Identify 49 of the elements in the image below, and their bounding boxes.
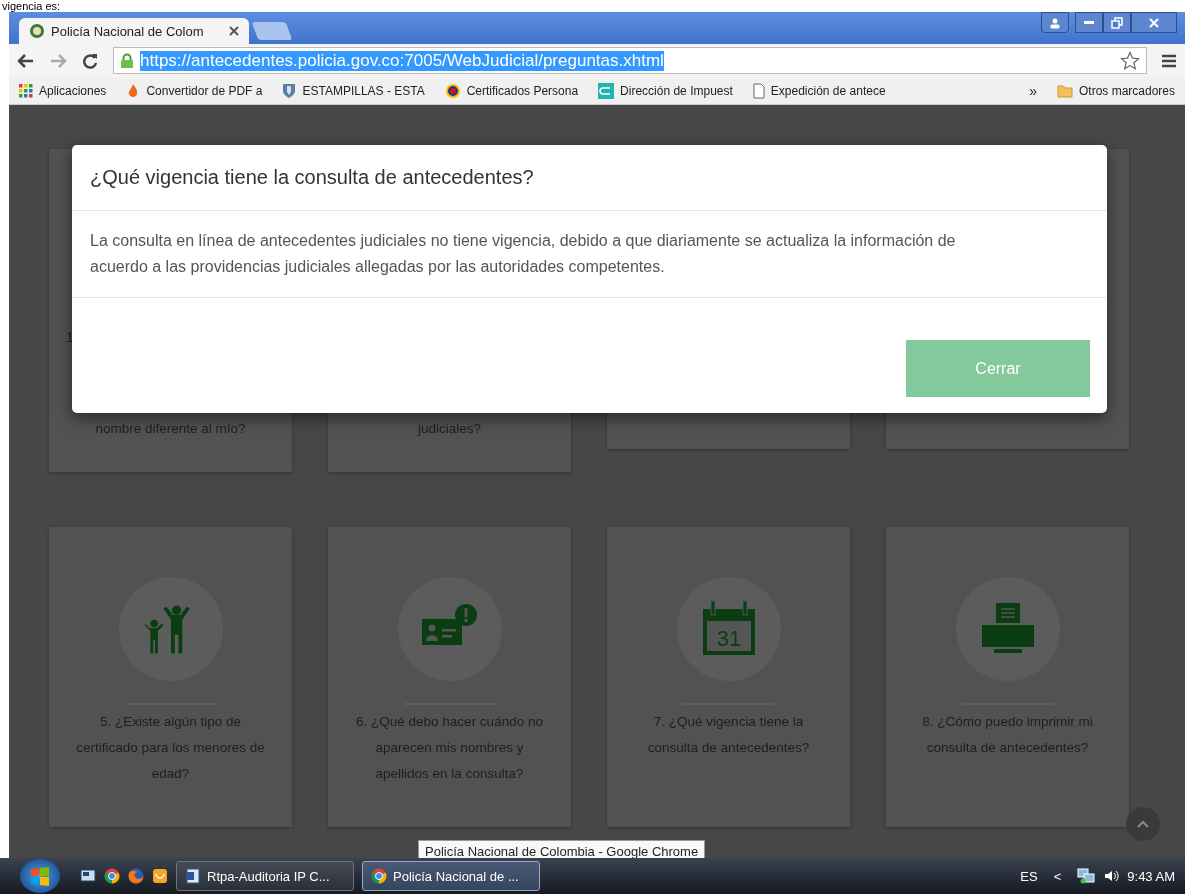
windows-logo-icon bbox=[30, 866, 50, 886]
profile-button[interactable] bbox=[1041, 12, 1069, 33]
chrome-icon bbox=[371, 868, 387, 884]
modal-title: ¿Qué vigencia tiene la consulta de antecedentes? bbox=[90, 166, 534, 189]
restore-button[interactable] bbox=[1103, 12, 1131, 33]
shield-icon bbox=[282, 82, 297, 99]
page-icon bbox=[752, 82, 765, 99]
desktop-icon[interactable] bbox=[80, 868, 96, 884]
close-icon bbox=[1148, 16, 1160, 29]
person-icon bbox=[1049, 16, 1061, 29]
bookmark-item[interactable]: Aplicaciones bbox=[19, 83, 107, 98]
taskbar-button[interactable]: Policía Nacional de ... bbox=[362, 861, 540, 891]
minimize-button[interactable] bbox=[1075, 12, 1103, 33]
bookmark-item[interactable]: Convertidor de PDF a bbox=[126, 82, 263, 99]
target-icon bbox=[444, 82, 461, 99]
back-icon[interactable] bbox=[17, 51, 35, 70]
bookmark-item[interactable]: ESTAMPILLAS - ESTA bbox=[282, 82, 425, 99]
browser-tab[interactable]: Policía Nacional de Colom bbox=[19, 18, 249, 44]
start-button[interactable] bbox=[20, 859, 60, 893]
minimize-icon bbox=[1084, 21, 1094, 24]
modal-body-text: La consulta en línea de antecedentes judiciales no tiene vigencia, debido a que diariamente se actualiza la información de acuerdo a las providencias judiciales allegadas por las autoridades competentes. bbox=[90, 231, 957, 277]
show-hidden-icons-button[interactable]: < bbox=[1053, 868, 1062, 884]
other-bookmarks-folder[interactable]: Otros marcadores bbox=[1056, 83, 1175, 98]
close-icon[interactable] bbox=[229, 26, 239, 36]
menu-icon[interactable] bbox=[1161, 52, 1177, 69]
close-button[interactable] bbox=[1131, 12, 1177, 33]
apps-grid-icon bbox=[19, 83, 33, 98]
chevron-up-icon bbox=[1137, 820, 1149, 828]
lock-icon bbox=[120, 52, 134, 69]
reload-icon[interactable] bbox=[81, 51, 99, 70]
restore-icon bbox=[1111, 16, 1123, 29]
taskbar-button[interactable]: Rtpa-Auditoria IP C... bbox=[176, 861, 354, 891]
bookmark-item[interactable]: Expedición de antece bbox=[752, 82, 886, 99]
firefox-icon[interactable] bbox=[128, 868, 144, 884]
bookmark-item[interactable]: Certificados Persona bbox=[444, 82, 579, 99]
folder-icon bbox=[1056, 83, 1073, 98]
tooltip: Policía Nacional de Colombia - Google Chrome bbox=[418, 840, 706, 858]
document-icon bbox=[185, 868, 201, 884]
star-icon[interactable] bbox=[1120, 50, 1140, 71]
scroll-to-top-button[interactable] bbox=[1126, 807, 1160, 841]
network-icon[interactable] bbox=[1077, 868, 1096, 884]
clock[interactable]: 9:43 AM bbox=[1127, 868, 1175, 884]
bookmark-item[interactable]: Dirección de Impuest bbox=[598, 82, 733, 99]
volume-icon[interactable] bbox=[1103, 868, 1120, 884]
language-indicator[interactable]: ES bbox=[1020, 868, 1038, 884]
document-text: vigencia es: bbox=[1, 0, 61, 12]
crest-icon bbox=[29, 23, 45, 39]
chrome-icon[interactable] bbox=[104, 868, 120, 884]
more-bookmarks-button[interactable]: » bbox=[1029, 82, 1037, 99]
